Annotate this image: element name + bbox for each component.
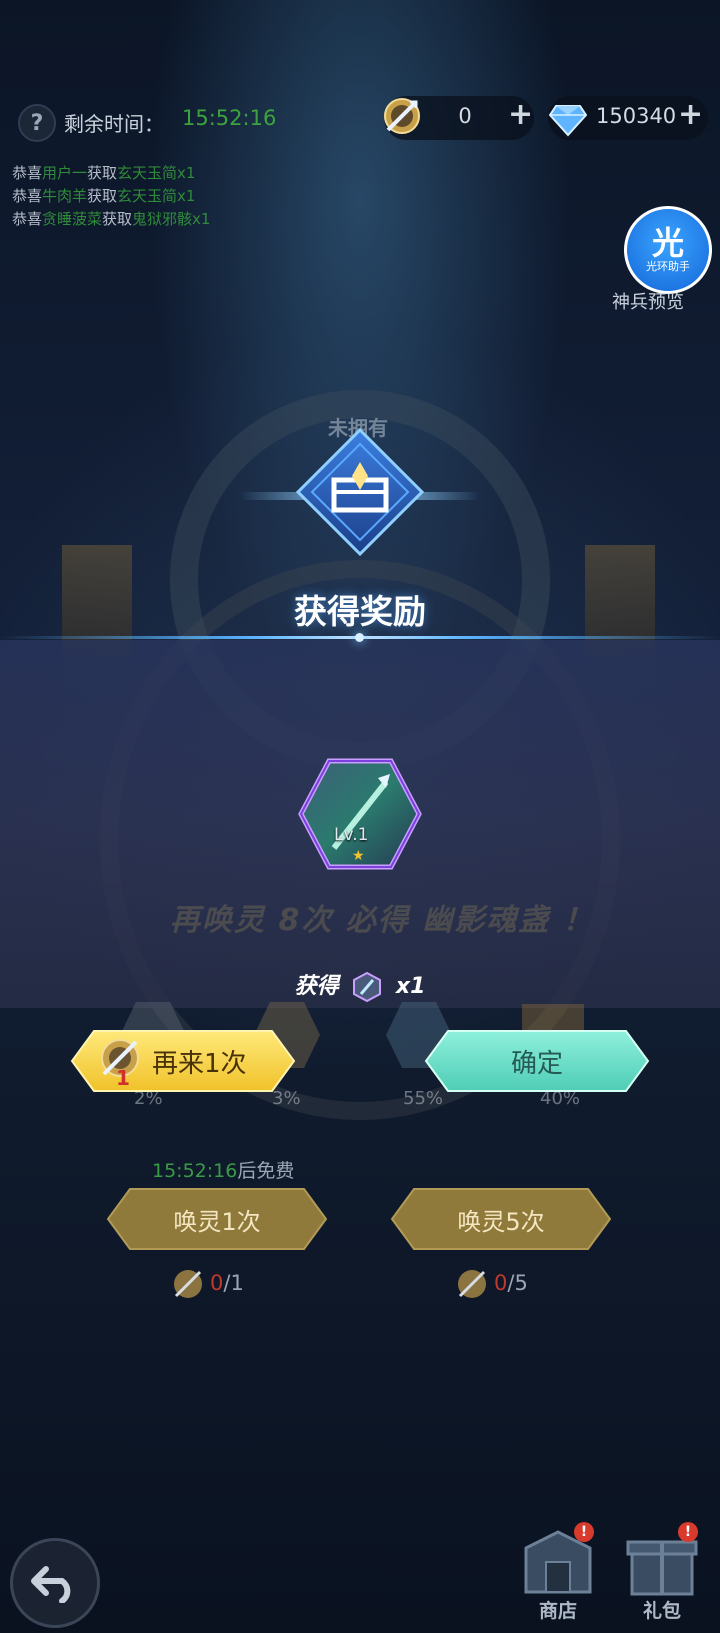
summon-5-label: 唤灵5次 [457,1207,545,1236]
feed-line: 恭喜贪睡菠菜获取鬼狱邪骸x1 [12,210,211,228]
remaining-time-value: 15:52:16 [182,106,277,130]
obtain-line: 获得 x1 [0,968,720,1002]
again-cost-badge: 1 [116,1066,130,1090]
halo-assistant-button[interactable]: 光 光环助手 [624,206,712,294]
shop-alert-badge: ! [574,1522,594,1542]
back-button[interactable] [10,1538,100,1628]
shop-button[interactable]: ! 商店 [516,1522,600,1624]
pity-hint-text: 再唤灵 8次 必得 幽影魂盏 ！ [170,903,595,938]
summon-token-icon [458,1270,486,1298]
gift-button[interactable]: ! 礼包 [620,1522,704,1624]
add-token-button[interactable]: + [508,97,533,132]
again-label: 再来1次 [152,1048,247,1079]
confirm-label: 确定 [510,1048,563,1079]
help-button[interactable]: ? [18,104,56,142]
gem-count: 150340 [596,104,677,128]
add-gem-button[interactable]: + [678,97,703,132]
item-level: Lv.1 [334,825,369,845]
shop-label: 商店 [538,1600,577,1622]
back-arrow-icon [31,1566,71,1603]
obtain-prefix: 获得 [294,974,339,999]
free-summon-timer: 15:52:16后免费 [152,1160,295,1182]
reward-divider-dot [355,633,364,642]
assistant-logo-text: 光 [651,224,684,262]
weapon-preview-label[interactable]: 神兵预览 [612,288,684,314]
summon-5-button[interactable]: 唤灵5次 [388,1186,614,1252]
token-count: 0 [458,104,472,128]
star-icon: ★ [352,848,365,864]
remaining-time-label: 剩余时间： [64,112,164,136]
assistant-logo-subtext: 光环助手 [646,260,690,273]
summon-token-icon [384,98,420,134]
obtain-quantity: x1 [395,974,426,999]
summon-1-button[interactable]: 唤灵1次 [104,1186,330,1252]
feed-line: 恭喜牛肉羊获取玄天玉简x1 [12,187,196,205]
summon-5-cost: 0/5 [454,1266,528,1302]
gift-alert-badge: ! [678,1522,698,1542]
summon-1-cost: 0/1 [170,1266,244,1302]
broadcast-feed: 恭喜用户一获取玄天玉简x1 恭喜牛肉羊获取玄天玉简x1 恭喜贪睡菠菜获取鬼狱邪骸… [12,162,210,231]
gift-label: 礼包 [642,1600,681,1622]
reward-title: 获得奖励 [294,592,426,631]
feed-line: 恭喜用户一获取玄天玉简x1 [12,164,196,182]
weapon-mini-icon [353,972,382,1002]
confirm-button[interactable]: 确定 [424,1029,650,1093]
summon-token-icon [174,1270,202,1298]
reward-chest-emblem-icon [295,427,425,557]
summon-1-label: 唤灵1次 [173,1207,261,1236]
diamond-icon [548,105,588,137]
